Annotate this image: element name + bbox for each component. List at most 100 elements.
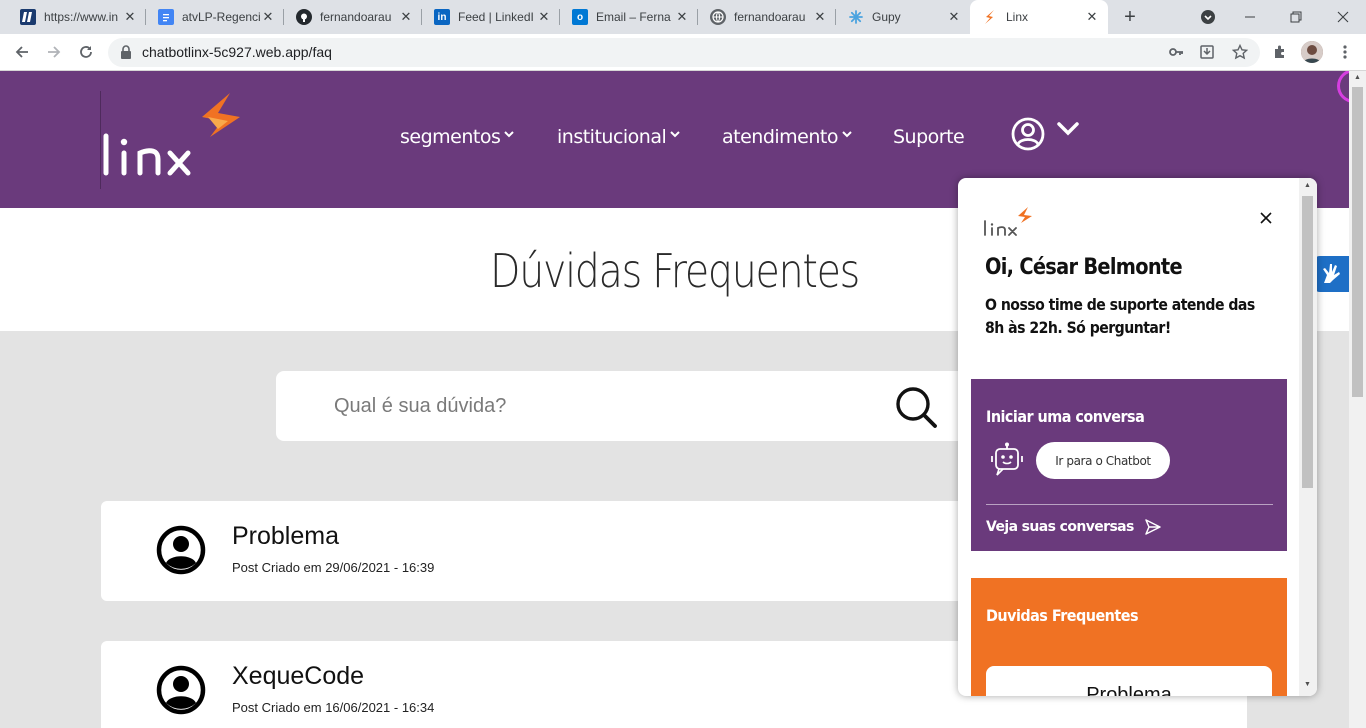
user-avatar-icon: [156, 665, 206, 720]
nav-atendimento[interactable]: atendimento: [722, 126, 852, 148]
tab-close-icon[interactable]: ✕: [536, 9, 552, 25]
tab-7[interactable]: Gupy ✕: [836, 0, 970, 34]
tab-close-icon[interactable]: ✕: [260, 9, 276, 25]
chat-section-title: Iniciar uma conversa: [986, 407, 1145, 426]
tab-title: Feed | LinkedI: [458, 10, 534, 24]
tab-5[interactable]: o Email – Ferna ✕: [560, 0, 698, 34]
nav-segmentos[interactable]: segmentos: [400, 126, 515, 148]
logo-divider: [100, 91, 101, 189]
screen: https://www.in ✕ atvLP-Regenci ✕ fernand…: [0, 0, 1366, 728]
close-window-icon[interactable]: [1320, 0, 1366, 34]
search-input[interactable]: [334, 389, 854, 423]
linx-logo[interactable]: [102, 91, 247, 181]
scrollbar-thumb[interactable]: [1352, 87, 1363, 397]
go-to-chatbot-button[interactable]: Ir para o Chatbot: [1036, 442, 1170, 479]
linx-logo: [984, 206, 1042, 241]
post-date: Post Criado em 29/06/2021 - 16:39: [232, 560, 435, 575]
scroll-down-icon[interactable]: ▼: [1304, 681, 1311, 688]
tab-close-icon[interactable]: ✕: [674, 9, 690, 25]
tab-6[interactable]: fernandoarau ✕: [698, 0, 836, 34]
outlook-icon: o: [572, 9, 588, 25]
tab-close-icon[interactable]: ✕: [122, 9, 138, 25]
scroll-up-icon[interactable]: ▲: [1354, 74, 1361, 81]
new-tab-button[interactable]: +: [1118, 5, 1142, 29]
tab-title: Linx: [1006, 10, 1029, 24]
chevron-down-icon: [670, 128, 680, 141]
post-title: Problema: [232, 522, 339, 550]
widget-subtitle-line: 8h às 22h. Só perguntar!: [985, 318, 1171, 337]
url-text: chatbotlinx-5c927.web.app/faq: [142, 44, 332, 60]
chevron-down-icon: [842, 128, 852, 141]
reload-icon[interactable]: [74, 40, 98, 64]
scrollbar-thumb[interactable]: [1302, 196, 1313, 488]
forward-icon[interactable]: [42, 40, 66, 64]
send-arrow-icon: [1145, 519, 1161, 535]
scroll-up-icon[interactable]: ▲: [1304, 182, 1311, 189]
widget-greeting: Oi, César Belmonte: [985, 255, 1183, 280]
support-widget: Oi, César Belmonte O nosso time de supor…: [958, 178, 1317, 696]
ifsp-icon: [20, 9, 36, 25]
bookmark-star-icon[interactable]: [1228, 40, 1252, 64]
nav-label: atendimento: [722, 126, 838, 148]
floating-edge-button[interactable]: [1337, 71, 1349, 103]
nav-label: Suporte: [893, 126, 965, 148]
tab-close-icon[interactable]: ✕: [1084, 9, 1100, 25]
close-icon[interactable]: [1256, 208, 1276, 228]
tab-close-icon[interactable]: ✕: [946, 9, 962, 25]
tab-2[interactable]: atvLP-Regenci ✕: [146, 0, 284, 34]
github-icon: [296, 9, 312, 25]
user-account-icon[interactable]: [1010, 116, 1046, 157]
accessibility-hands-icon[interactable]: [1312, 256, 1349, 292]
widget-scrollbar[interactable]: ▲ ▼: [1299, 178, 1317, 696]
nav-label: segmentos: [400, 126, 501, 148]
page-viewport: segmentos institucional atendimento Supo…: [0, 71, 1349, 728]
browser-tab-bar: https://www.in ✕ atvLP-Regenci ✕ fernand…: [0, 0, 1366, 34]
tab-8-active[interactable]: Linx ✕: [970, 0, 1108, 34]
install-app-icon[interactable]: [1195, 40, 1219, 64]
widget-subtitle-line: O nosso time de suporte atende das: [985, 295, 1255, 314]
linkedin-icon: in: [434, 9, 450, 25]
tab-4[interactable]: in Feed | LinkedI ✕: [422, 0, 560, 34]
address-bar[interactable]: chatbotlinx-5c927.web.app/faq: [108, 38, 1260, 67]
menu-icon[interactable]: [1333, 40, 1357, 64]
post-date: Post Criado em 16/06/2021 - 16:34: [232, 700, 435, 715]
tab-1[interactable]: https://www.in ✕: [8, 0, 146, 34]
see-conversations-link[interactable]: Veja suas conversas: [986, 518, 1162, 536]
page-scrollbar[interactable]: ▲: [1349, 71, 1366, 728]
chevron-down-icon[interactable]: [1057, 122, 1079, 141]
tab-title: atvLP-Regenci: [182, 10, 260, 24]
extensions-icon[interactable]: [1268, 40, 1292, 64]
faq-section: Duvidas Frequentes Problema: [971, 578, 1287, 696]
globe-icon: [710, 9, 726, 25]
tab-close-icon[interactable]: ✕: [398, 9, 414, 25]
tab-title: https://www.in: [44, 10, 119, 24]
tab-title: fernandoarau: [734, 10, 806, 24]
browser-toolbar: chatbotlinx-5c927.web.app/faq: [0, 34, 1366, 71]
search-icon[interactable]: [894, 385, 938, 434]
tab-3[interactable]: fernandoarau ✕: [284, 0, 422, 34]
chat-section: Iniciar uma conversa Ir para o Chatbot V…: [971, 379, 1287, 551]
widget-subtitle: O nosso time de suporte atende das 8h às…: [985, 293, 1255, 339]
faq-item[interactable]: Problema: [986, 666, 1272, 696]
see-conversations-label: Veja suas conversas: [986, 519, 1134, 535]
divider: [986, 504, 1273, 505]
minimize-icon[interactable]: [1227, 0, 1273, 34]
chatbot-robot-icon: [991, 442, 1023, 483]
user-avatar-icon: [156, 525, 206, 580]
back-icon[interactable]: [10, 40, 34, 64]
tab-title: fernandoarau: [320, 10, 392, 24]
key-icon[interactable]: [1164, 40, 1188, 64]
nav-suporte[interactable]: Suporte: [893, 126, 965, 148]
gupy-icon: [848, 9, 864, 25]
tab-title: Email – Ferna: [596, 10, 671, 24]
tab-close-icon[interactable]: ✕: [812, 9, 828, 25]
restore-icon[interactable]: [1273, 0, 1319, 34]
faq-section-title: Duvidas Frequentes: [986, 606, 1139, 625]
chevron-down-icon: [504, 128, 515, 141]
linx-icon: [982, 9, 998, 25]
tab-title: Gupy: [872, 10, 901, 24]
nav-institucional[interactable]: institucional: [557, 126, 680, 148]
tab-search-icon[interactable]: [1185, 0, 1231, 34]
google-docs-icon: [158, 9, 174, 25]
profile-avatar[interactable]: [1301, 41, 1323, 63]
